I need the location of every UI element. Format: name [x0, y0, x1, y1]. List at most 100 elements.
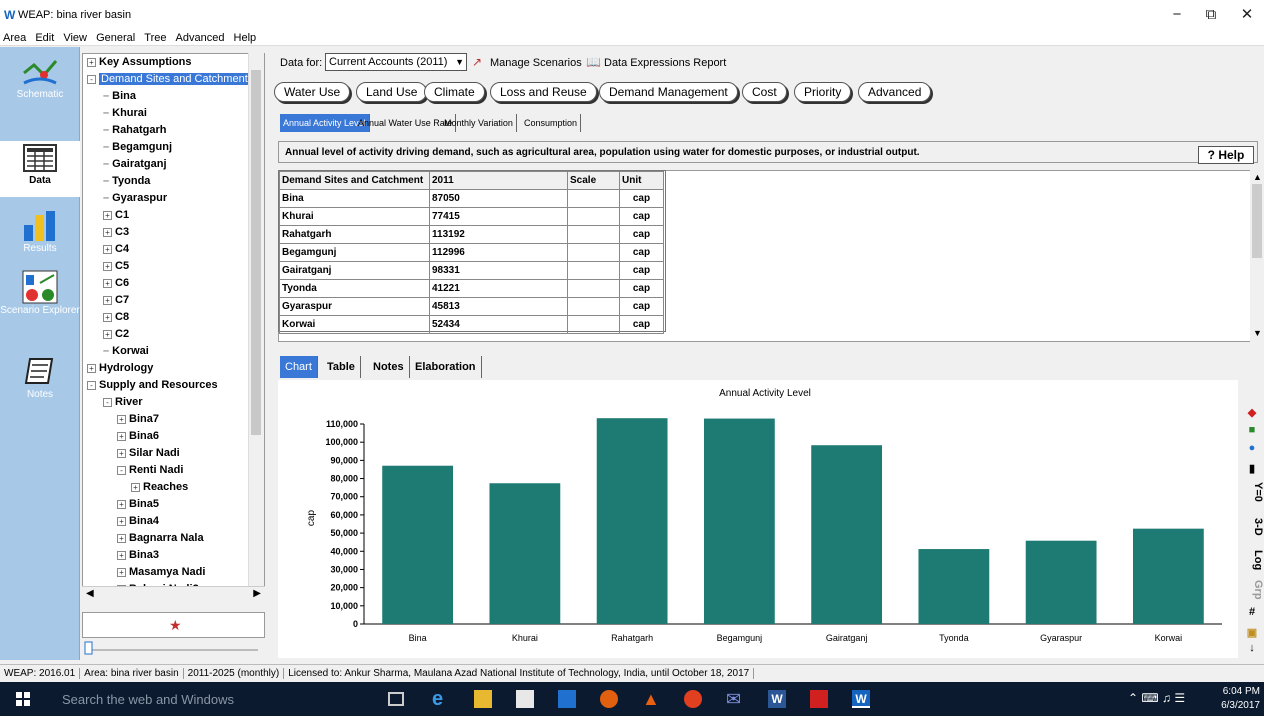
chart-bar[interactable]: [703, 418, 775, 624]
scroll-down-icon[interactable]: ▼: [1253, 328, 1262, 338]
firefox-icon[interactable]: [600, 690, 618, 708]
table-row[interactable]: Gairatganj 98331 cap: [279, 261, 664, 280]
view-scenario-explorer[interactable]: Scenario Explorer: [0, 269, 80, 341]
weap-taskbar-icon[interactable]: W: [852, 690, 870, 708]
tab-monthly-variation[interactable]: Monthly Variation: [441, 114, 517, 132]
expand-icon[interactable]: +: [117, 448, 126, 458]
tab-table[interactable]: Table: [322, 356, 361, 378]
tree-item[interactable]: - Demand Sites and Catchment: [87, 71, 250, 88]
annual-activity-bar-chart[interactable]: Annual Activity Level cap 0 10,000 20,000 3…: [278, 380, 1238, 658]
table-cell[interactable]: 45813: [429, 297, 568, 316]
expand-icon[interactable]: +: [117, 550, 126, 560]
tab-chart[interactable]: Chart: [280, 356, 318, 378]
tree-item[interactable]: – Rahatgarh: [103, 122, 167, 139]
grid-toggle-icon[interactable]: #: [1240, 606, 1264, 618]
chart-bar[interactable]: [489, 483, 561, 624]
expand-icon[interactable]: +: [117, 533, 126, 543]
chart-bar[interactable]: [1132, 528, 1204, 624]
tree-item[interactable]: + Hydrology: [87, 360, 153, 377]
table-cell[interactable]: cap: [619, 225, 664, 244]
data-grid[interactable]: Demand Sites and Catchment 2011 Scale Unit …: [278, 170, 666, 334]
tree-item[interactable]: - Renti Nadi: [117, 462, 183, 479]
menu-edit[interactable]: Edit: [32, 30, 57, 46]
tab-elaboration[interactable]: Elaboration: [410, 356, 482, 378]
table-cell[interactable]: [567, 207, 620, 226]
expand-icon[interactable]: +: [117, 431, 126, 441]
app-icon[interactable]: [684, 690, 702, 708]
year-slider[interactable]: [82, 640, 265, 656]
tree-item[interactable]: + C6: [103, 275, 129, 292]
menu-tree[interactable]: Tree: [141, 30, 169, 46]
y-zero-toggle[interactable]: Y=0: [1240, 482, 1264, 502]
table-row[interactable]: Korwai 52434 cap: [279, 315, 664, 334]
expand-icon[interactable]: +: [103, 278, 112, 288]
maximize-button[interactable]: ⧉: [1196, 5, 1226, 25]
tab-consumption[interactable]: Consumption: [521, 114, 582, 132]
tree-item[interactable]: – Bina: [103, 88, 136, 105]
store-icon[interactable]: [516, 690, 534, 708]
tree-item[interactable]: + Masamya Nadi: [117, 564, 205, 581]
number-format-icon[interactable]: ▣: [1240, 626, 1264, 639]
chart-type-icon[interactable]: ◆: [1240, 406, 1264, 419]
scroll-up-icon[interactable]: ▲: [1253, 172, 1262, 182]
tree-item[interactable]: – Korwai: [103, 343, 149, 360]
manage-scenarios-button[interactable]: Manage Scenarios: [490, 57, 582, 69]
tab-land-use[interactable]: Land Use: [356, 82, 428, 102]
data-tree[interactable]: + Key Assumptions - Demand Sites and Catchm…: [82, 53, 265, 601]
table-cell[interactable]: 87050: [429, 189, 568, 208]
collapse-icon[interactable]: -: [103, 397, 112, 407]
chart-bar[interactable]: [811, 445, 883, 624]
chart-bars-icon[interactable]: ▮: [1240, 462, 1264, 475]
table-cell[interactable]: cap: [619, 315, 664, 334]
expand-icon[interactable]: +: [117, 516, 126, 526]
table-row[interactable]: Bina 87050 cap: [279, 189, 664, 208]
expand-icon[interactable]: +: [117, 499, 126, 509]
tab-notes[interactable]: Notes: [368, 356, 410, 378]
expand-icon[interactable]: +: [103, 227, 112, 237]
scenario-select[interactable]: Current Accounts (2011) ▼: [325, 53, 467, 71]
table-cell[interactable]: cap: [619, 243, 664, 262]
menu-view[interactable]: View: [60, 30, 90, 46]
table-cell[interactable]: 41221: [429, 279, 568, 298]
taskbar-search[interactable]: Search the web and Windows: [62, 692, 234, 707]
3d-toggle[interactable]: 3-D: [1240, 518, 1264, 536]
expand-icon[interactable]: +: [117, 567, 126, 577]
grid-scroll-thumb[interactable]: [1252, 184, 1262, 258]
tree-item[interactable]: + Bina6: [117, 428, 159, 445]
tree-item[interactable]: + Bina3: [117, 547, 159, 564]
tree-item[interactable]: + C2: [103, 326, 129, 343]
view-schematic[interactable]: Schematic: [0, 53, 80, 115]
chart-bar[interactable]: [918, 549, 990, 624]
acrobat-icon[interactable]: [810, 690, 828, 708]
view-notes[interactable]: Notes: [0, 353, 80, 413]
media-icon[interactable]: [558, 690, 576, 708]
expand-icon[interactable]: +: [103, 312, 112, 322]
edge-browser-icon[interactable]: e: [432, 689, 450, 709]
menu-general[interactable]: General: [93, 30, 138, 46]
tree-horizontal-scrollbar[interactable]: ◀ ▶: [82, 586, 265, 602]
tab-loss-and-reuse[interactable]: Loss and Reuse: [490, 82, 597, 102]
expand-icon[interactable]: +: [103, 329, 112, 339]
tree-item[interactable]: + C4: [103, 241, 129, 258]
tree-item[interactable]: + C5: [103, 258, 129, 275]
table-cell[interactable]: cap: [619, 189, 664, 208]
expand-icon[interactable]: +: [103, 295, 112, 305]
tree-item[interactable]: - River: [103, 394, 143, 411]
close-button[interactable]: ✕: [1232, 5, 1262, 25]
table-cell[interactable]: 52434: [429, 315, 568, 334]
menu-advanced[interactable]: Advanced: [173, 30, 228, 46]
tree-scroll-thumb[interactable]: [251, 70, 261, 435]
file-explorer-icon[interactable]: [474, 690, 492, 708]
expand-icon[interactable]: +: [87, 57, 96, 67]
tab-priority[interactable]: Priority: [794, 82, 852, 102]
table-row[interactable]: Rahatgarh 113192 cap: [279, 225, 664, 244]
chart-pie-icon[interactable]: ●: [1240, 442, 1264, 454]
menu-area[interactable]: Area: [0, 30, 29, 46]
slider-thumb[interactable]: [84, 641, 93, 655]
tree-item[interactable]: - Supply and Resources: [87, 377, 218, 394]
tree-item[interactable]: + Bina5: [117, 496, 159, 513]
expand-icon[interactable]: +: [117, 414, 126, 424]
log-toggle[interactable]: Log: [1240, 550, 1264, 570]
table-row[interactable]: Begamgunj 112996 cap: [279, 243, 664, 262]
tree-item[interactable]: + C7: [103, 292, 129, 309]
